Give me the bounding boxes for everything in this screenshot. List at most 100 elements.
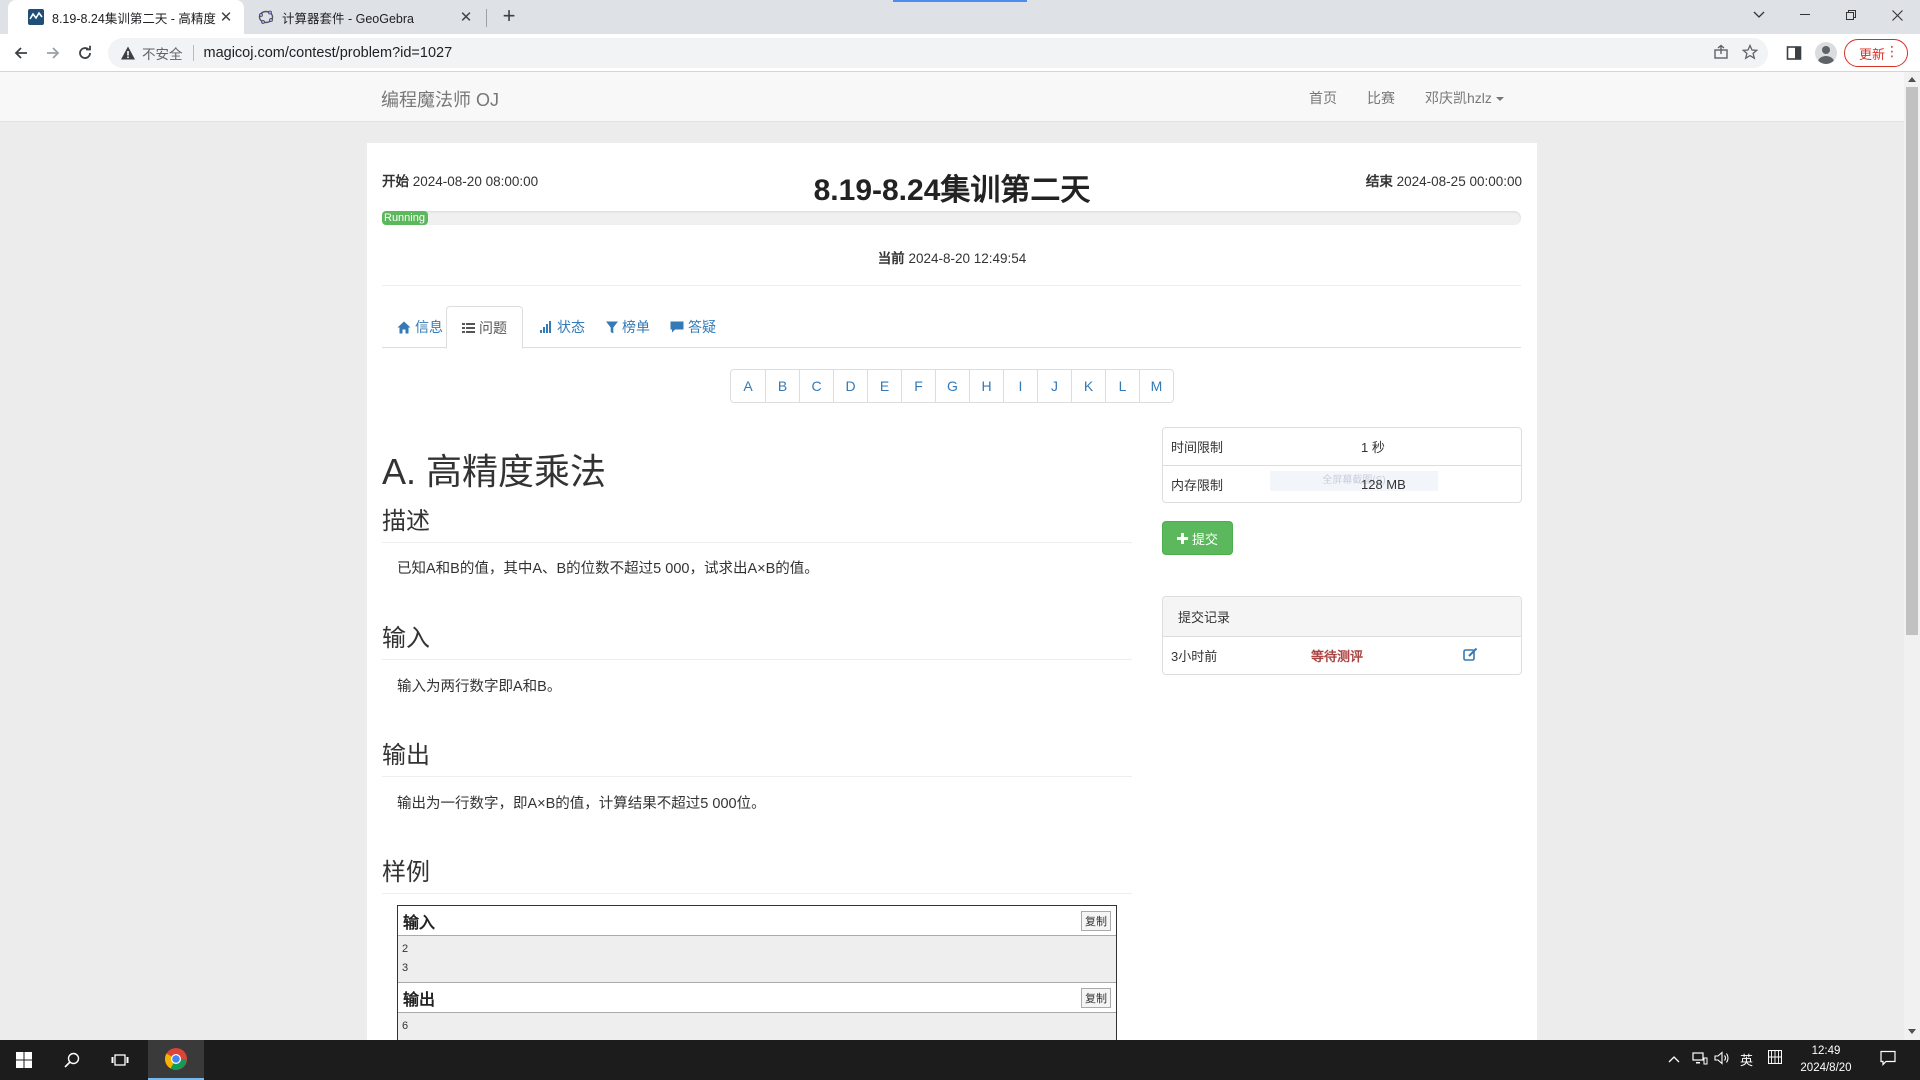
record-verdict[interactable]: 等待测评 bbox=[1311, 646, 1363, 665]
nav-contests-link[interactable]: 比赛 bbox=[1367, 88, 1395, 108]
browser-toolbar: 不安全 magicoj.com/contest/problem?id=1027 … bbox=[0, 34, 1920, 72]
records-heading: 提交记录 bbox=[1163, 597, 1521, 637]
problem-link-a[interactable]: A bbox=[731, 370, 765, 402]
reload-icon[interactable] bbox=[72, 40, 98, 66]
problem-link-l[interactable]: L bbox=[1105, 370, 1139, 402]
section-heading-input: 输入 bbox=[382, 618, 1132, 660]
problem-link-c[interactable]: C bbox=[799, 370, 833, 402]
tray-chevron-up-icon[interactable] bbox=[1668, 1050, 1680, 1066]
copy-output-button[interactable]: 复制 bbox=[1081, 987, 1111, 1008]
profile-avatar-icon[interactable] bbox=[1815, 42, 1837, 64]
sample-output-content: 6 bbox=[398, 1013, 1116, 1040]
problem-description: 已知A和B的值，其中A、B的位数不超过5 000，试求出A×B的值。 bbox=[397, 561, 819, 577]
close-window-icon[interactable] bbox=[1874, 0, 1920, 30]
bookmark-star-icon[interactable] bbox=[1741, 43, 1759, 62]
geogebra-favicon-icon bbox=[258, 10, 274, 24]
close-tab-icon[interactable]: ✕ bbox=[456, 8, 476, 26]
close-tab-icon[interactable]: ✕ bbox=[216, 8, 236, 26]
search-icon[interactable] bbox=[48, 1040, 96, 1080]
problem-link-j[interactable]: J bbox=[1037, 370, 1071, 402]
problem-link-k[interactable]: K bbox=[1071, 370, 1105, 402]
problem-output-spec: 输出为一行数字，即A×B的值，计算结果不超过5 000位。 bbox=[397, 796, 766, 812]
section-heading-output: 输出 bbox=[382, 735, 1132, 777]
comment-icon bbox=[670, 321, 684, 333]
user-menu-dropdown[interactable]: 邓庆凯hzlz bbox=[1425, 88, 1504, 108]
problem-title: A. 高精度乘法 bbox=[382, 451, 607, 492]
volume-icon[interactable] bbox=[1714, 1050, 1730, 1069]
sample-output-header: 输出 复制 bbox=[398, 983, 1116, 1013]
tab-search-chevron-icon[interactable] bbox=[1736, 0, 1782, 30]
tab-status[interactable]: 状态 bbox=[525, 306, 600, 348]
notification-center-icon[interactable] bbox=[1880, 1050, 1896, 1069]
url-text[interactable]: magicoj.com/contest/problem?id=1027 bbox=[204, 45, 453, 61]
new-tab-button[interactable]: + bbox=[496, 4, 522, 30]
problem-link-g[interactable]: G bbox=[935, 370, 969, 402]
warning-icon[interactable] bbox=[120, 45, 136, 61]
tab-problems[interactable]: 问题 bbox=[446, 306, 523, 349]
restore-icon[interactable] bbox=[1828, 0, 1874, 30]
problem-link-m[interactable]: M bbox=[1139, 370, 1173, 402]
browser-tab-geogebra[interactable]: 计算器套件 - GeoGebra ✕ bbox=[244, 0, 484, 34]
nav-home-link[interactable]: 首页 bbox=[1309, 88, 1337, 108]
progress-fill: Running bbox=[382, 211, 428, 225]
chrome-taskbar-icon[interactable] bbox=[148, 1040, 204, 1080]
task-view-icon[interactable] bbox=[96, 1040, 144, 1080]
filter-icon bbox=[606, 321, 618, 333]
memory-limit-row: 内存限制 128 MB bbox=[1163, 465, 1521, 502]
contest-tabs: 信息 问题 状态 榜单 答疑 bbox=[382, 306, 1521, 349]
address-bar[interactable]: 不安全 magicoj.com/contest/problem?id=1027 bbox=[108, 38, 1768, 68]
browser-tab-contest[interactable]: 8.19-8.24集训第二天 - 高精度乘 ✕ bbox=[8, 0, 244, 34]
submit-button[interactable]: 提交 bbox=[1162, 521, 1233, 555]
sample-io-box: 输入 复制 2 3 输出 复制 6 bbox=[397, 905, 1117, 1041]
tab-ranklist[interactable]: 榜单 bbox=[591, 306, 665, 348]
current-time: 当前 2024-8-20 12:49:54 bbox=[877, 251, 1027, 266]
problem-letter-nav: A B C D E F G H I J K L M bbox=[730, 369, 1174, 403]
problem-link-i[interactable]: I bbox=[1003, 370, 1037, 402]
update-button[interactable]: 更新 ⋮ bbox=[1844, 39, 1908, 67]
tab-clarifications[interactable]: 答疑 bbox=[655, 306, 731, 348]
user-name: 邓庆凯hzlz bbox=[1425, 90, 1492, 106]
contest-progress-bar: Running bbox=[382, 211, 1521, 225]
problem-link-f[interactable]: F bbox=[901, 370, 935, 402]
windows-taskbar: 英 12:49 2024/8/20 bbox=[0, 1040, 1920, 1080]
contest-panel: 开始 2024-08-20 08:00:00 8.19-8.24集训第二天 结束… bbox=[367, 143, 1537, 1041]
time-limit-row: 时间限制 1 秒 bbox=[1171, 440, 1385, 455]
minimize-icon[interactable] bbox=[1782, 0, 1828, 30]
windows-start-icon[interactable] bbox=[0, 1040, 48, 1080]
copy-input-button[interactable]: 复制 bbox=[1081, 910, 1111, 931]
record-time: 3小时前 bbox=[1171, 649, 1218, 664]
ime-language-indicator[interactable]: 英 bbox=[1740, 1050, 1753, 1069]
menu-dots-icon[interactable]: ⋮ bbox=[1885, 43, 1899, 60]
problem-link-h[interactable]: H bbox=[969, 370, 1003, 402]
scroll-up-arrow-icon[interactable] bbox=[1908, 77, 1916, 82]
contest-title: 8.19-8.24集训第二天 bbox=[813, 174, 1091, 207]
forward-arrow-icon[interactable] bbox=[40, 40, 66, 66]
edit-icon[interactable] bbox=[1463, 647, 1478, 662]
section-heading-sample: 样例 bbox=[382, 852, 1132, 894]
update-label: 更新 bbox=[1859, 46, 1886, 62]
problem-input-spec: 输入为两行数字即A和B。 bbox=[397, 679, 562, 695]
problem-link-e[interactable]: E bbox=[867, 370, 901, 402]
section-heading-description: 描述 bbox=[382, 501, 1132, 543]
site-navbar: 编程魔法师 OJ 首页 比赛 邓庆凯hzlz bbox=[0, 72, 1904, 122]
sample-input-content: 2 3 bbox=[398, 936, 1116, 983]
scrollbar-thumb[interactable] bbox=[1906, 87, 1918, 635]
network-icon[interactable] bbox=[1692, 1050, 1708, 1069]
sample-input-header: 输入 复制 bbox=[398, 906, 1116, 936]
scroll-down-arrow-icon[interactable] bbox=[1908, 1029, 1916, 1034]
site-brand[interactable]: 编程魔法师 OJ bbox=[381, 86, 499, 112]
problem-link-b[interactable]: B bbox=[765, 370, 799, 402]
ime-layout-icon[interactable] bbox=[1767, 1049, 1783, 1067]
contest-end: 结束 2024-08-25 00:00:00 bbox=[1365, 174, 1522, 189]
signal-bars-icon bbox=[540, 321, 551, 333]
plus-icon bbox=[1176, 532, 1188, 544]
caret-down-icon bbox=[1495, 97, 1504, 102]
side-panel-icon[interactable] bbox=[1781, 40, 1807, 66]
back-arrow-icon[interactable] bbox=[8, 40, 34, 66]
system-clock[interactable]: 12:49 2024/8/20 bbox=[1786, 1043, 1866, 1077]
share-icon[interactable] bbox=[1712, 44, 1730, 62]
list-icon bbox=[462, 322, 475, 333]
tab-title: 计算器套件 - GeoGebra bbox=[282, 11, 414, 26]
problem-link-d[interactable]: D bbox=[833, 370, 867, 402]
loading-indicator bbox=[893, 0, 1027, 2]
